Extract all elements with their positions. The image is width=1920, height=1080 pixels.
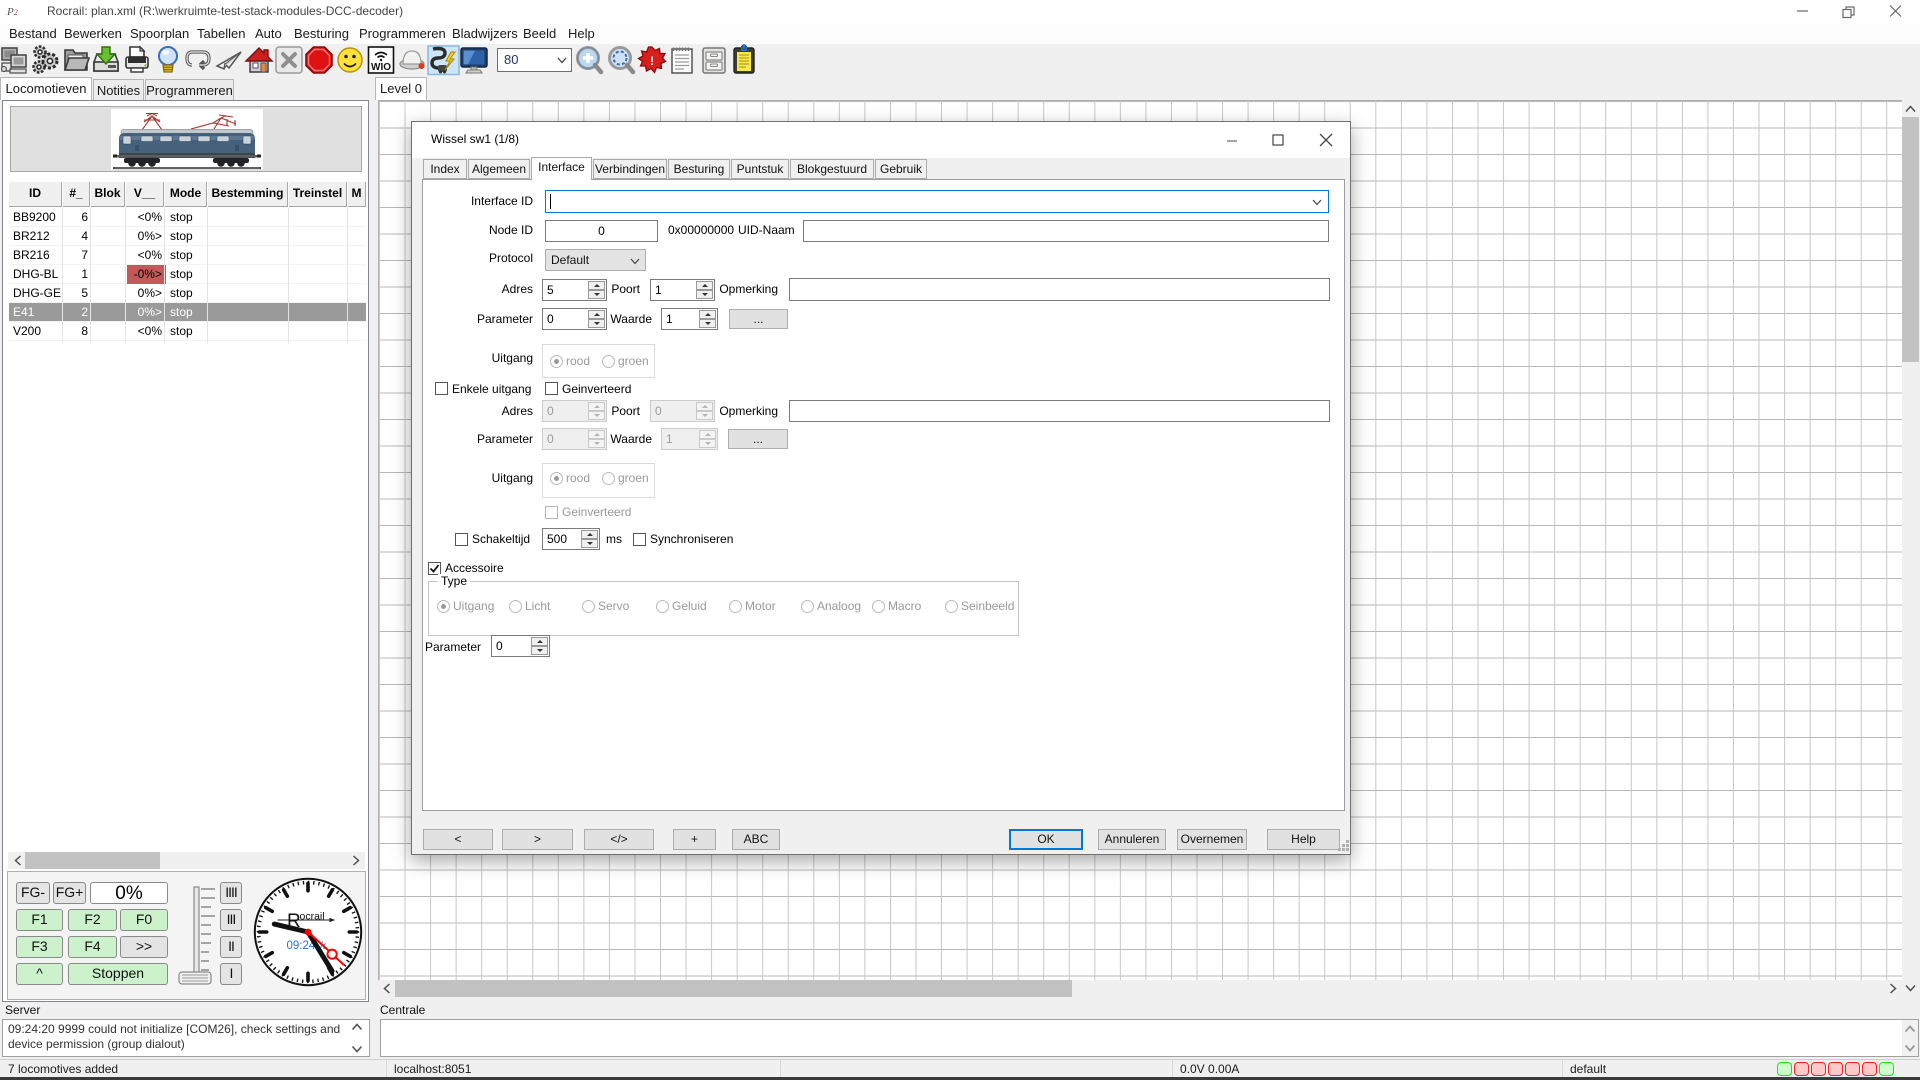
svg-text:ocrail: ocrail: [300, 911, 325, 923]
svg-text:P2: P2: [6, 6, 18, 18]
svg-text:WIO: WIO: [371, 62, 391, 73]
svg-text:!: !: [650, 54, 654, 68]
